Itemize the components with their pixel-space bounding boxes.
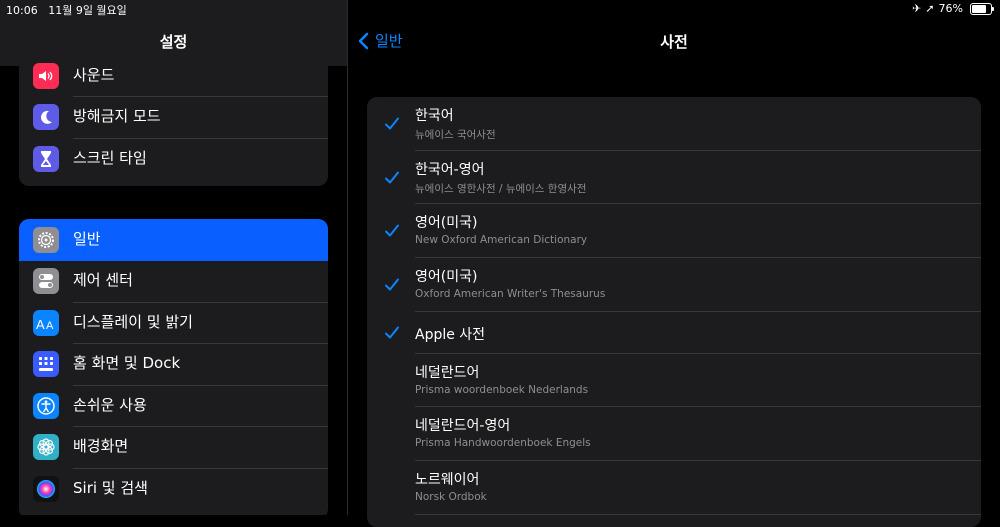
dictionary-list: 한국어 뉴에이스 국어사전 한국어-영어 뉴에이스 영한사전 / 뉴에이스 한영… xyxy=(367,97,981,527)
sidebar-item-label: 일반 xyxy=(73,230,101,248)
location-icon: ➚ xyxy=(925,2,935,15)
hourglass-icon xyxy=(33,145,59,172)
dictionary-name: 노르웨이어 xyxy=(415,472,480,489)
dictionary-source: Prisma Handwoordenboek Engels xyxy=(415,437,591,450)
sidebar-item-label: 스크린 타임 xyxy=(73,149,147,167)
sidebar-item-label: 디스플레이 및 밝기 xyxy=(73,302,328,344)
status-time: 10:06 xyxy=(6,4,38,17)
toggles-icon xyxy=(33,268,59,295)
flower-icon xyxy=(33,434,59,461)
sidebar-item-sound[interactable]: 사운드 xyxy=(19,55,328,97)
sidebar-item-wallpaper[interactable]: 배경화면 xyxy=(19,427,328,469)
dictionary-name: 한국어 xyxy=(415,108,454,124)
checkmark-icon xyxy=(385,117,399,130)
gear-icon xyxy=(33,226,59,253)
dictionary-name: 한국어-영어 xyxy=(415,161,485,178)
dictionary-item[interactable]: 네덜란드어 Prisma woordenboek Nederlands xyxy=(367,354,981,408)
dictionary-source: Prisma woordenboek Nederlands xyxy=(415,383,589,396)
settings-sidebar: 10:06 11월 9일 월요일 설정 사운드 방해금지 모드 스크린 타임 일… xyxy=(0,0,347,515)
sidebar-item-label: 사운드 xyxy=(73,55,328,97)
settings-group-1: 사운드 방해금지 모드 스크린 타임 xyxy=(19,55,328,186)
dictionary-name: 영어(미국) xyxy=(415,269,478,286)
dictionary-source: Oxford American Writer's Thesaurus xyxy=(415,288,606,301)
dictionary-item[interactable]: 영어(미국) Oxford American Writer's Thesauru… xyxy=(367,258,981,312)
sidebar-title: 설정 xyxy=(159,33,188,51)
sidebar-item-home-screen-dock[interactable]: 홈 화면 및 Dock xyxy=(19,344,328,386)
sidebar-item-control-center[interactable]: 제어 센터 xyxy=(19,261,328,303)
dictionary-item[interactable]: Apple 사전 xyxy=(367,312,981,354)
settings-group-2: 일반 제어 센터 AA 디스플레이 및 밝기 홈 화면 및 Dock 손쉬운 사… xyxy=(19,219,328,515)
dictionary-name: 네덜란드어 xyxy=(415,364,480,381)
svg-text:A: A xyxy=(46,320,54,330)
dictionary-source: Norsk Ordbok xyxy=(415,491,487,504)
text-size-icon: AA xyxy=(33,309,59,336)
dictionary-item[interactable]: 한국어-영어 뉴에이스 영한사전 / 뉴에이스 한영사전 xyxy=(367,151,981,205)
home-grid-icon xyxy=(33,351,59,378)
sidebar-item-siri-search[interactable]: Siri 및 검색 xyxy=(19,468,328,510)
status-time-date: 10:06 11월 9일 월요일 xyxy=(6,2,127,18)
dictionary-item[interactable]: 노르웨이어 Norsk Ordbok xyxy=(367,461,981,515)
dictionary-name: 영어(미국) xyxy=(415,215,478,232)
sidebar-item-do-not-disturb[interactable]: 방해금지 모드 xyxy=(19,97,328,139)
dictionary-source: 뉴에이스 영한사전 / 뉴에이스 한영사전 xyxy=(415,182,587,195)
sidebar-item-label: 방해금지 모드 xyxy=(73,96,328,139)
sidebar-item-label: 배경화면 xyxy=(73,426,328,469)
dictionary-item[interactable]: 한국어 뉴에이스 국어사전 xyxy=(367,97,981,151)
checkmark-icon xyxy=(385,171,399,184)
dictionary-source: 뉴에이스 국어사전 xyxy=(415,129,496,141)
sidebar-item-label: 손쉬운 사용 xyxy=(73,385,328,427)
dictionary-source: New Oxford American Dictionary xyxy=(415,234,588,247)
svg-text:A: A xyxy=(36,317,45,330)
moon-icon xyxy=(33,104,59,131)
sidebar-item-label: 홈 화면 및 Dock xyxy=(73,343,328,386)
dictionary-item[interactable]: 영어(미국) New Oxford American Dictionary xyxy=(367,204,981,259)
siri-icon xyxy=(33,475,59,502)
sidebar-item-label: Siri 및 검색 xyxy=(73,479,148,497)
status-date: 11월 9일 월요일 xyxy=(48,4,127,17)
sidebar-item-accessibility[interactable]: 손쉬운 사용 xyxy=(19,385,328,427)
checkmark-icon xyxy=(385,326,399,339)
dictionary-name: Apple 사전 xyxy=(415,326,486,343)
detail-pane: ✈ ➚ 76% 일반 사전 한국어 뉴에이스 국어사전 한국어-영어 뉴에이스 … xyxy=(348,0,1000,527)
checkmark-icon xyxy=(385,224,399,237)
accessibility-icon xyxy=(33,392,59,419)
checkmark-icon xyxy=(385,278,399,291)
dictionary-name: 네덜란드어-영어 xyxy=(415,418,511,435)
sidebar-item-screen-time[interactable]: 스크린 타임 xyxy=(19,138,328,180)
status-indicators: ✈ ➚ 76% xyxy=(912,2,994,15)
battery-icon xyxy=(970,2,994,15)
dictionary-item[interactable]: 네덜란드어-영어 Prisma Handwoordenboek Engels xyxy=(367,407,981,462)
page-title: 사전 xyxy=(660,33,688,51)
sidebar-item-general[interactable]: 일반 xyxy=(19,219,328,261)
airplane-icon: ✈ xyxy=(912,2,922,15)
battery-percent: 76% xyxy=(938,2,963,15)
speaker-icon xyxy=(33,62,59,89)
sidebar-item-label: 제어 센터 xyxy=(73,260,328,303)
sidebar-item-display-brightness[interactable]: AA 디스플레이 및 밝기 xyxy=(19,302,328,344)
